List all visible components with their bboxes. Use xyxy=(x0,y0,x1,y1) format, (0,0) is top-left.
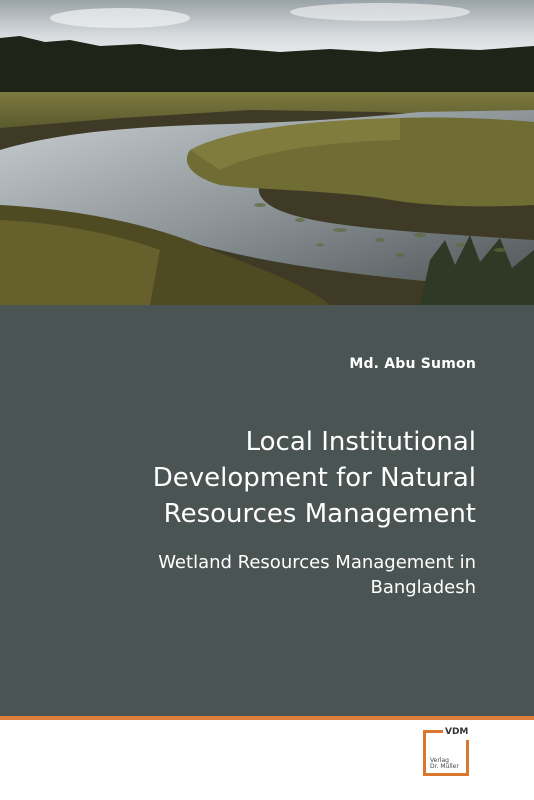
book-subtitle-line: Bangladesh xyxy=(370,577,476,598)
publisher-imprint: Verlag Dr. Müller xyxy=(430,758,459,770)
cover-photo xyxy=(0,0,534,305)
logo-text: VDM xyxy=(445,727,469,737)
book-subtitle: Wetland Resources Management in Banglade… xyxy=(36,550,476,600)
book-title: Local Institutional Development for Natu… xyxy=(36,424,476,532)
book-title-line: Development for Natural xyxy=(152,463,476,493)
publisher-logo: VDM Verlag Dr. Müller xyxy=(423,727,475,782)
imprint-line: Dr. Müller xyxy=(430,763,459,770)
author-name: Md. Abu Sumon xyxy=(349,356,476,372)
book-subtitle-line: Wetland Resources Management in xyxy=(158,552,476,573)
book-title-line: Local Institutional xyxy=(245,427,476,457)
book-title-line: Resources Management xyxy=(163,499,476,529)
